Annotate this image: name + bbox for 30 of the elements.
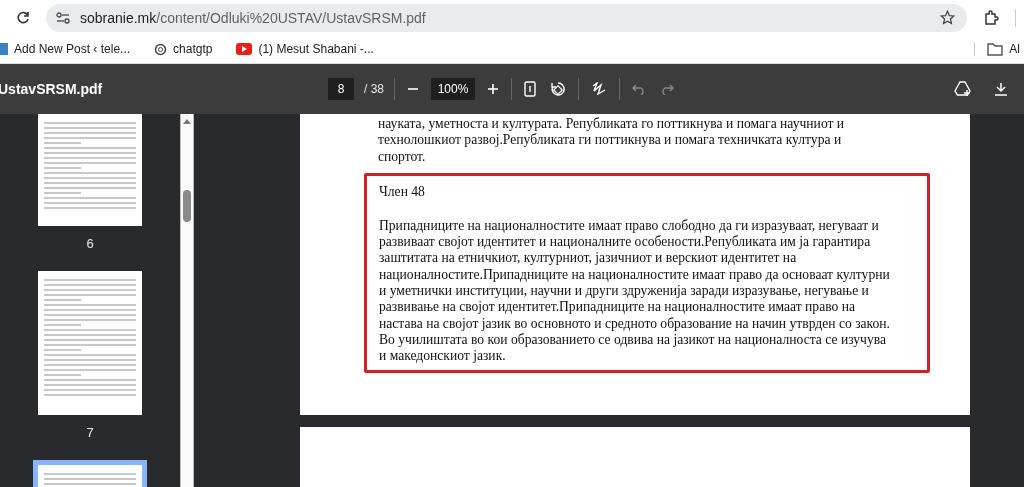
address-bar[interactable]: sobranie.mk/content/Odluki%20USTAV/UstavSRSM.pdf [46, 3, 967, 32]
page-number-field[interactable]: 8 [328, 78, 354, 100]
page-count: / 38 [364, 82, 384, 96]
page-number: 7 [86, 425, 94, 440]
rotate-button[interactable] [548, 79, 568, 99]
add-to-drive-button[interactable] [952, 79, 974, 99]
knot-icon [154, 42, 168, 56]
bookmark-folder[interactable]: Al [974, 42, 1024, 56]
bookmark-link[interactable]: (1) Mesut Shabani -... [236, 42, 374, 56]
zoom-field[interactable]: 100% [431, 78, 475, 100]
paragraph: науката, уметноста и културата. Републиката го поттикнува и помага научниот и технолошкиот развој.Републиката ги поттикнува и помага техничката култура и спортот. [378, 116, 846, 165]
bookmark-link[interactable]: Add New Post ‹ tele... [0, 42, 131, 56]
scroll-up-arrow-icon[interactable] [183, 118, 191, 124]
site-info-icon [56, 11, 70, 24]
page-thumbnail[interactable] [38, 114, 142, 226]
fit-page-button[interactable] [522, 79, 538, 99]
play-icon [236, 43, 253, 55]
folder-icon [987, 42, 1004, 56]
url-text: sobranie.mk/content/Odluki%20USTAV/UstavSRSM.pdf [80, 9, 427, 26]
download-button[interactable] [992, 80, 1010, 98]
scrollbar[interactable] [180, 114, 194, 487]
scrollbar-thumb[interactable] [183, 190, 191, 222]
bookmark-star-button[interactable] [938, 8, 957, 27]
paragraph: Припадниците на националностите имаат право слободно да ги изразуваат, негуваат и развиваат својот идентитет и националните особености.Републиката им ја гарантира заштитата на етничкиот, културниот, јазичниот и верскиот идентитет на националностите.Припадниците на националностите имаат право да основаат културни и уметнички институции, научни и други здруженија заради изразување, негување и развивање на својот идентитет.Припадниците на националностите имаат право на настава на својот јазик во основното и средното образование на начин утврден со закон. Во училиштата во кои образованието се одвива на јазикот на националноста се изучува и македонскиот јазик. [379, 217, 891, 365]
article-heading: Член 48 [379, 183, 426, 200]
page-thumbnail[interactable] [38, 271, 142, 415]
page-number: 6 [86, 236, 94, 251]
zoom-in-button[interactable] [485, 81, 501, 97]
page-icon [0, 43, 8, 55]
bookmark-link[interactable]: chatgtp [154, 42, 213, 56]
